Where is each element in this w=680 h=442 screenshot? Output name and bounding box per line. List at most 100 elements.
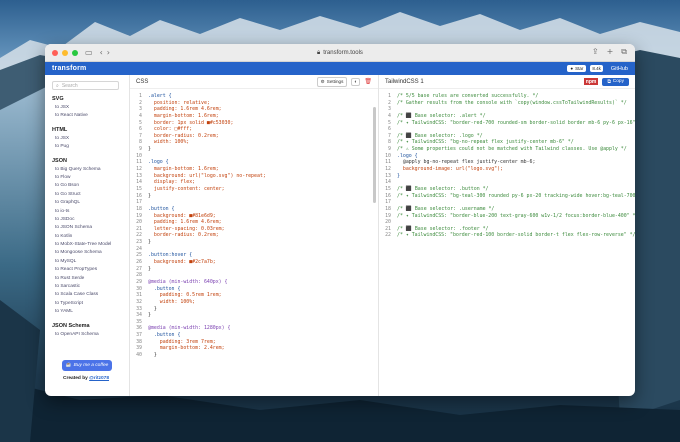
sidebar-toggle-icon[interactable]: ▭ [85,48,93,57]
sidebar-section-title: SVG [52,96,64,102]
code-text: .button { [148,285,181,292]
sidebar-nav-item[interactable]: to Mongoose Schema [52,249,129,257]
sidebar-nav-item[interactable]: to Flow [52,174,129,182]
sidebar-nav-item[interactable]: to React Native [52,112,129,120]
code-line: 6 [379,126,635,133]
buy-me-a-coffee-button[interactable]: ☕ Buy me a coffee [62,360,112,371]
tailwind-code-output[interactable]: 1 /* 5/5 base rules are converted success… [379,89,635,396]
code-text: margin-bottom: 1.6rem; [148,112,219,119]
trash-icon[interactable]: 🗑︎ [364,78,372,85]
sidebar-nav-item[interactable]: to JSDoc [52,216,129,224]
sidebar-nav-item[interactable]: to YAML [52,308,129,316]
share-icon[interactable]: ⇪ [592,47,599,57]
line-number: 26 [136,259,142,266]
search-input[interactable]: ⌕ Search [52,81,119,90]
css-editor-scrollbar[interactable] [373,107,376,203]
code-text: padding: 1.6rem 4.6rem; [148,219,222,226]
line-number: 39 [136,345,142,352]
code-line: 25 .button:hover { [130,252,378,259]
code-text: /* ⚠ Some properties could not be matche… [397,146,627,153]
theme-toggle-button[interactable]: ◐ [351,77,361,86]
code-line: 31 padding: 0.5rem 1rem; [130,292,378,299]
code-text: letter-spacing: 0.03rem; [148,225,225,232]
sidebar-nav-item[interactable]: to Big Query Schema [52,166,129,174]
code-text: .alert { [148,93,172,99]
line-number: 14 [136,179,142,186]
code-text: /* ✦ TailwindCSS: "bg-teal-300 rounded p… [397,192,635,199]
settings-button[interactable]: ⚙ Settings [316,76,348,87]
app-brand[interactable]: transform [52,65,86,72]
line-number: 8 [139,139,142,146]
tab-overview-icon[interactable]: ⧉ [621,47,627,57]
sidebar-nav-item[interactable]: to io-ts [52,208,129,216]
sidebar-nav-item[interactable]: to TypeScript [52,300,129,308]
new-tab-icon[interactable]: + [607,47,614,57]
code-line: 22 /* ✦ TailwindCSS: "border-red-100 bord… [379,232,635,239]
code-line: 17 [130,199,378,206]
code-line: 12 background-image: url("logo.svg"); [379,166,635,173]
code-text: padding: 1.6rem 4.6rem; [148,106,222,113]
sidebar-nav-item[interactable]: to JSX [52,104,129,112]
css-editor-pane: CSS ⚙ Settings ◐ 🗑︎ 1 .alert {2 position:… [130,75,379,396]
line-number: 11 [385,159,391,166]
search-icon: ⌕ [56,82,59,89]
forward-arrow-icon[interactable]: › [107,48,110,57]
gear-icon: ⚙ [320,78,325,84]
line-number: 22 [136,232,142,239]
line-number: 12 [385,166,391,173]
line-number: 15 [385,185,391,192]
code-line: 16} [130,193,378,200]
sidebar-nav-item[interactable]: to JSON Schema [52,224,129,232]
css-code-editor[interactable]: 1 .alert {2 position: relative; 3 padding:… [130,89,378,396]
code-line: 8 /* ✦ TailwindCSS: "bg-no-repeat flex ju… [379,139,635,146]
sidebar-nav-item[interactable]: to JSX [52,135,129,143]
sidebar-nav-item[interactable]: to React PropTypes [52,266,129,274]
minimize-window-button[interactable] [62,49,68,56]
line-number: 36 [136,325,142,332]
code-line: 12 margin-bottom: 1.6rem; [130,166,378,173]
line-number: 11 [136,159,142,166]
sidebar-nav-item[interactable]: to MobX-State-Tree Model [52,241,129,249]
back-arrow-icon[interactable]: ‹ [100,48,103,57]
code-text: width: 100%; [148,139,190,146]
line-number: 12 [136,166,142,173]
code-line: 20 padding: 1.6rem 4.6rem; [130,219,378,226]
code-text: @media (min-width: 640px) { [148,278,228,285]
sidebar-section-title: JSON [52,157,67,164]
code-text: .button:hover { [148,252,193,259]
code-line: 26 background: ■#2c7a7b; [130,259,378,266]
github-star-button[interactable]: ● Star [567,65,587,72]
zoom-window-button[interactable] [72,49,78,56]
sidebar-nav-item[interactable]: to Sarcastic [52,283,129,291]
line-number: 21 [136,225,142,232]
npm-badge[interactable]: npm [583,78,599,85]
line-number: 5 [388,119,391,126]
line-number: 29 [136,278,142,285]
sidebar-nav-item[interactable]: to MySQL [52,258,129,266]
line-number: 3 [139,106,142,113]
sidebar-nav-item[interactable]: to Kotlin [52,233,129,241]
sidebar-nav-item[interactable]: to Rust Serde [52,275,129,283]
code-line: 18 .button { [130,206,378,213]
sidebar-nav-item[interactable]: to GraphQL [52,199,129,207]
code-line: 29 @media (min-width: 640px) { [130,279,378,286]
code-line: 2 /* Gather results from the console with… [379,100,635,107]
github-link[interactable]: GitHub [611,66,628,72]
close-window-button[interactable] [52,49,58,56]
sidebar-nav-item[interactable]: to Go Struct [52,191,129,199]
line-number: 6 [139,126,142,133]
star-count[interactable]: 8.4k [590,65,603,72]
code-text: /* ⬛ Base selector: .footer */ [397,225,489,232]
code-text: border-radius: 0.2rem; [148,232,219,239]
code-line: 33 } [130,306,378,313]
copy-button[interactable]: ⧉ Copy [602,77,629,86]
code-line: 11 @apply bg-no-repeat flex justify-cent… [379,159,635,166]
address-bar[interactable]: 🔒︎ transform.tools [275,48,405,58]
sidebar-nav-item[interactable]: to Pug [52,143,129,151]
author-link[interactable]: @ritz078 [89,376,109,381]
code-line: 36 @media (min-width: 1280px) { [130,325,378,332]
sidebar-nav-item[interactable]: to Go Bson [52,182,129,190]
sidebar-nav: SVG to JSX to React Native HTML to JSX to Pug… [52,96,129,339]
sidebar-nav-item[interactable]: to OpenAPI Schema [52,331,129,339]
sidebar-nav-item[interactable]: to Scala Case Class [52,291,129,299]
